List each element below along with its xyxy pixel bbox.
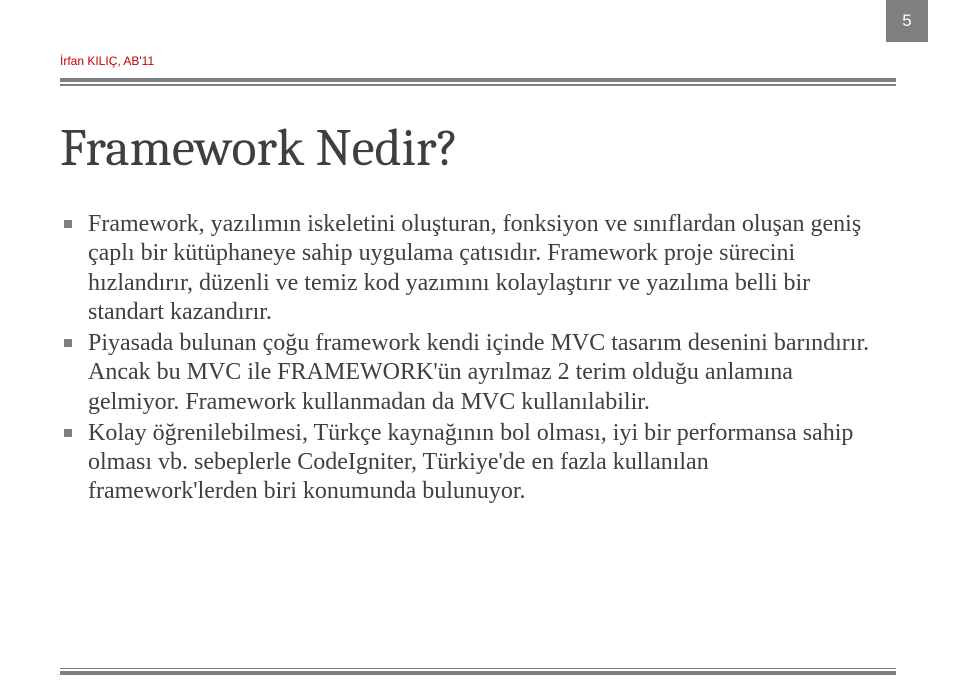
bottom-divider <box>60 668 896 676</box>
list-item: Kolay öğrenilebilmesi, Türkçe kaynağının… <box>62 419 882 507</box>
page-number: 5 <box>886 0 928 42</box>
list-item: Framework, yazılımın iskeletini oluştura… <box>62 210 882 327</box>
list-item: Piyasada bulunan çoğu framework kendi iç… <box>62 329 882 417</box>
page-number-text: 5 <box>902 11 911 31</box>
top-divider <box>60 78 896 86</box>
author-line: İrfan KILIÇ, AB'11 <box>60 54 900 68</box>
bullet-list: Framework, yazılımın iskeletini oluştura… <box>62 210 882 509</box>
slide-title: Framework Nedir? <box>60 118 459 178</box>
